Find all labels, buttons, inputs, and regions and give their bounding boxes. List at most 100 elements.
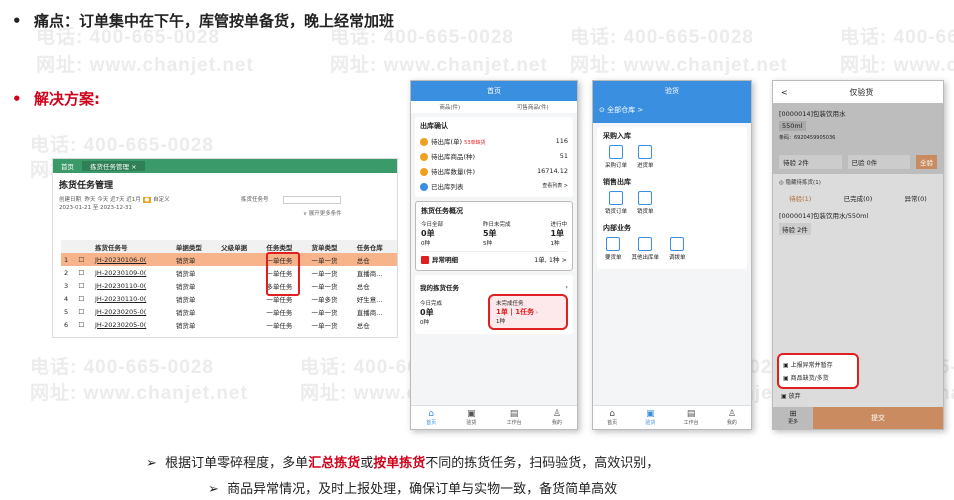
tab-inspect-icon[interactable]: ▣ 验货 — [645, 409, 655, 426]
tab-workbench-icon[interactable]: ▤ 工作台 — [684, 409, 699, 426]
table-cell[interactable]: JH-20230109-0( — [92, 266, 173, 279]
today-done: 今日完成 0单 0种 — [420, 300, 443, 326]
goods-icon — [420, 152, 428, 161]
table-cell: ☐ — [78, 268, 85, 277]
sales-slip-item[interactable]: 销货单 — [637, 191, 654, 215]
table-cell: 一单一货 — [311, 308, 338, 317]
tab-inspect-icon[interactable]: ▣ 验货 — [466, 409, 476, 426]
column-header[interactable]: 父级单据 — [218, 240, 264, 253]
tab-home-icon[interactable]: ⌂ 首页 — [426, 409, 436, 426]
request-item[interactable]: 要货单 — [605, 237, 622, 261]
tab-workbench-icon[interactable]: ▤ 工作台 — [507, 409, 522, 426]
tab-done[interactable]: 已完成(0) — [844, 193, 873, 203]
column-header[interactable]: 单据类型 — [172, 240, 219, 253]
table-cell[interactable]: JH-20230205-0( — [92, 305, 173, 318]
table-cell[interactable]: JH-20230110-0( — [92, 292, 173, 305]
table-cell[interactable]: JH-20230110-0( — [92, 279, 173, 292]
outbound-row-qty[interactable]: 待出库数量(件) 16714.12 — [420, 163, 568, 178]
table-row[interactable]: 3 ☐ JH-20230110-0(销货单 多单任务 一单一货 总仓 — [61, 279, 397, 292]
table-cell — [218, 279, 263, 292]
table-row[interactable]: 4 ☐ JH-20230110-0(销货单 一单任务 一单多货 好生意... — [61, 292, 397, 305]
shortage-item[interactable]: ▣ 商品缺货/多货 — [783, 371, 853, 384]
table-row[interactable]: 2 ☐ JH-20230109-0(销货单 一单任务 一单一货 直播商... — [61, 266, 397, 279]
submit-button[interactable]: 提交 — [813, 407, 943, 429]
table-cell: 一单任务 — [266, 321, 293, 330]
column-header[interactable]: 任务仓库 — [353, 240, 397, 253]
column-header[interactable]: 拣货任务号 — [92, 240, 173, 253]
shipped-list-row[interactable]: 已出库列表 查看列表 > — [420, 178, 568, 193]
table-cell[interactable]: JH-20230205-0( — [92, 318, 173, 331]
column-header[interactable]: 货单类型 — [308, 240, 354, 253]
stat-in-progress[interactable]: 进行中 1单 1种 — [550, 220, 567, 247]
table-row[interactable]: 5 ☐ JH-20230205-0(销货单 一单任务 一单一货 直播商... — [61, 305, 397, 318]
anomaly-row[interactable]: 异常明细 1单, 1种 > — [421, 251, 567, 266]
table-cell: ☐ — [78, 307, 85, 316]
tab-mine-icon[interactable]: ♙ 我的 — [727, 409, 737, 426]
expand-more-button[interactable]: ∨ 展开更多条件 — [303, 210, 342, 218]
report-abnormal-item[interactable]: ▣ 上报异常并暂存 — [783, 358, 853, 371]
transfer-item[interactable]: 调拨单 — [669, 237, 686, 261]
discard-item[interactable]: ▣ 放弃 — [781, 391, 801, 400]
table-cell: 一单一货 — [311, 321, 338, 330]
pick-stats: 今日全部 0单 0种 昨日未完成 5单 5种 进行中 1单 1种 — [421, 220, 567, 247]
order-icon — [420, 137, 428, 146]
undone-task-card[interactable]: 未完成任务 1单 | 1任务 › 1种 — [488, 294, 568, 330]
transfer-icon — [670, 237, 685, 251]
item2-row[interactable]: [0000014]包装饮用水/550ml 待验 2件 — [773, 206, 943, 239]
table-cell: 2 — [64, 268, 69, 277]
item-barcode: 条码：6920459905036 — [779, 135, 836, 141]
table-cell: 4 — [64, 294, 69, 303]
column-header[interactable] — [75, 240, 93, 253]
more-menu: ▣ 上报异常并暂存 ▣ 商品缺货/多货 — [777, 353, 859, 389]
filter-task-label: 拣货任务号 — [241, 197, 269, 203]
pending-count: 待验 2件 — [779, 155, 842, 169]
solution-title: • 解决方案: — [12, 90, 100, 108]
item-spec: 550ml — [779, 121, 806, 131]
table-cell: ☐ — [78, 320, 85, 329]
tab-home[interactable]: 首页 — [53, 161, 82, 171]
receipt-item[interactable]: 进货单 — [637, 145, 654, 169]
my-tasks-title[interactable]: 我的拣货任务 — [420, 282, 459, 292]
date-quick-options[interactable]: 昨天 今天 近7天 近1月 — [85, 197, 141, 203]
table-cell[interactable]: JH-20230106-0( — [92, 253, 173, 266]
other-out-item[interactable]: 其他出库单 — [632, 237, 659, 261]
table-cell: 一单一货 — [311, 269, 338, 278]
hide-picked-toggle[interactable]: ◎ 隐藏待拣货(1) — [773, 174, 943, 190]
outbound-row-orders[interactable]: 待出库(单) 53单缺货 116 — [420, 133, 568, 148]
table-cell — [218, 266, 263, 279]
watermark-site: 网址: www.chanjet.net — [840, 55, 954, 76]
outbound-title: 出库确认 — [420, 122, 448, 130]
phone-home: 首页 商品(件) 可售商品(件) 出库确认 待出库(单) 53单缺货 116 待出… — [410, 80, 578, 430]
checked-count: 已验 0件 — [847, 155, 910, 169]
table-cell — [218, 305, 263, 318]
filter-custom[interactable]: 自定义 — [153, 197, 170, 203]
table-cell: 销货单 — [175, 295, 196, 304]
subtab-sellable[interactable]: 可售商品(件) — [517, 103, 549, 111]
tab-pick-task[interactable]: 拣货任务管理 × — [82, 161, 145, 171]
table-cell: 销货单 — [175, 282, 196, 291]
phone2-header: 验货 — [593, 81, 751, 101]
column-header[interactable] — [61, 240, 76, 253]
more-button[interactable]: ⊞ 更多 — [773, 407, 813, 429]
purchase-order-item[interactable]: 采购订单 — [605, 145, 627, 169]
warehouse-select[interactable]: ⊙ 全部仓库 > — [593, 101, 751, 123]
back-icon[interactable]: < — [781, 88, 788, 97]
table-cell: 1 — [61, 253, 76, 266]
tab-mine-icon[interactable]: ♙ 我的 — [552, 409, 562, 426]
tab-abnormal[interactable]: 异常(0) — [905, 193, 927, 203]
internal-section: 内部业务 — [603, 224, 631, 232]
tab-pending[interactable]: 待验(1) — [789, 193, 811, 203]
sales-order-item[interactable]: 销货订单 — [605, 191, 627, 215]
tab-home-icon[interactable]: ⌂ 首页 — [607, 409, 617, 426]
task-number-input[interactable] — [283, 196, 341, 204]
check-all-button[interactable]: 全验 — [916, 155, 937, 169]
table-row[interactable]: 1 ☐ JH-20230106-0(销货单 一单任务 一单一货 总仓 — [61, 253, 397, 266]
watermark-phone: 电话: 400-665-0028 — [30, 357, 214, 378]
outbound-row-goods[interactable]: 待出库商品(种) 51 — [420, 148, 568, 163]
table-row[interactable]: 6 ☐ JH-20230205-0(销货单 一单任务 一单一货 总仓 — [61, 318, 397, 331]
table-cell — [218, 318, 263, 331]
stat-today-all[interactable]: 今日全部 0单 0种 — [421, 220, 443, 247]
subtab-goods[interactable]: 商品(件) — [439, 103, 460, 111]
stat-yesterday[interactable]: 昨日未完成 5单 5种 — [483, 220, 511, 247]
item-title: [0000014]包装饮用水 — [779, 110, 846, 118]
